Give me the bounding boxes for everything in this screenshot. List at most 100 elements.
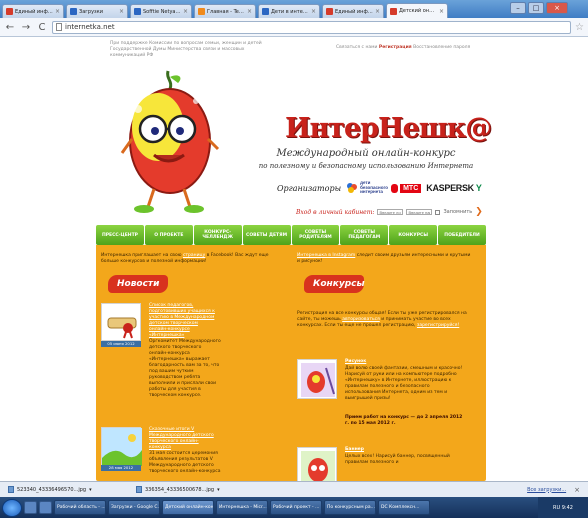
top-links: Связаться с нами Регистрация Восстановле… — [336, 45, 496, 51]
news-text: Оргкомитет Международного детского творч… — [149, 339, 221, 398]
news-date: 28 мая 2012 — [101, 465, 141, 471]
login-arrow-icon[interactable]: ❯ — [475, 207, 483, 217]
support-text: При поддержке Комиссии по вопросам семьи… — [110, 41, 262, 58]
back-arrow-icon[interactable]: ← — [4, 22, 16, 33]
favicon-icon — [70, 8, 77, 15]
url-text: internetka.net — [65, 23, 115, 31]
news-item: 05 июня 2012 Список педагогов, подготови… — [101, 303, 276, 407]
chevron-down-icon[interactable]: ▾ — [217, 487, 220, 493]
menu-item-kids[interactable]: СОВЕТЫ ДЕТЯМ — [242, 225, 291, 245]
menu-item-contests[interactable]: КОНКУРСЫ — [389, 225, 438, 245]
registration-link[interactable]: Регистрация — [379, 45, 412, 50]
browser-tab[interactable]: Единый информацио× — [322, 4, 384, 18]
close-tab-icon[interactable]: × — [375, 8, 380, 15]
login-input[interactable] — [377, 209, 404, 215]
close-window-icon[interactable]: × — [546, 2, 568, 14]
image-file-icon — [136, 486, 142, 493]
menu-item-challenge[interactable]: КОНКУРС-ЧЕЛЛЕНДЖ — [193, 225, 242, 245]
browser-tab[interactable]: Дети в интернете× — [258, 4, 320, 18]
close-tab-icon[interactable]: × — [55, 8, 60, 15]
news-title-link[interactable]: Список педагогов, подготовивших учащихся… — [149, 303, 215, 339]
taskbar-task[interactable]: Детский онлайн-кон... — [162, 500, 214, 515]
sponsor-kaspersky-logo[interactable]: KASPERSK Y — [426, 183, 482, 193]
show-all-downloads-link[interactable]: Все загрузки... — [527, 487, 566, 493]
quicklaunch-icon[interactable] — [39, 501, 52, 514]
news-heading: Новости — [108, 275, 168, 293]
contest-text: Дай волю своей фантазии, смешным и красо… — [345, 366, 463, 401]
favicon-icon — [134, 8, 141, 15]
contests-column: Интернешка в Instagram следит своим друз… — [292, 245, 477, 481]
site-logo[interactable]: ИнтерНешк@ — [285, 113, 492, 145]
taskbar-task[interactable]: DC Комплексн... — [378, 500, 430, 515]
favicon-icon — [6, 8, 13, 15]
bookmark-star-icon[interactable]: ☆ — [575, 22, 584, 33]
facebook-link[interactable]: страницу — [183, 253, 205, 258]
register-link[interactable]: зарегистрируйся! — [417, 323, 459, 328]
maximize-icon[interactable]: □ — [528, 2, 544, 14]
sponsor-mts-logo[interactable]: МТС — [391, 183, 422, 193]
browser-tab[interactable]: Sofftie Netyas Partin× — [130, 4, 192, 18]
contest-thumbnail[interactable] — [297, 359, 337, 399]
menu-item-parents[interactable]: СОВЕТЫ РОДИТЕЛЯМ — [291, 225, 340, 245]
address-bar[interactable]: internetka.net — [52, 20, 572, 34]
system-tray[interactable]: RU 9:42 — [538, 497, 588, 518]
landscape-icon — [102, 428, 142, 466]
start-button[interactable] — [2, 498, 22, 517]
quicklaunch-icon[interactable] — [24, 501, 37, 514]
download-item[interactable]: 336354_43336500678...jpg ▾ — [136, 486, 256, 493]
menu-item-winners[interactable]: ПОБЕДИТЕЛИ — [438, 225, 486, 245]
news-title-link[interactable]: Сказочные итоги V Международного детског… — [149, 427, 215, 451]
taskbar-task[interactable]: Интернешка - Micr... — [216, 500, 268, 515]
browser-tab[interactable]: Единый информацио× — [2, 4, 64, 18]
menu-item-about[interactable]: О ПРОЕКТЕ — [144, 225, 193, 245]
favicon-icon — [326, 8, 333, 15]
browser-tab[interactable]: Загрузки × — [66, 4, 128, 18]
taskbar-task[interactable]: Рабочий проект - ... — [270, 500, 322, 515]
close-tab-icon[interactable]: × — [247, 8, 252, 15]
news-column: Интернешка приглашает на свою страницу в… — [96, 245, 281, 481]
close-icon[interactable]: × — [574, 486, 580, 494]
deti-logo-icon — [347, 183, 358, 193]
download-item[interactable]: 523340_43336496570...jpg ▾ — [8, 486, 128, 493]
tab-strip: Единый информацио× Загрузки× Sofftie Net… — [0, 0, 588, 18]
news-thumbnail[interactable] — [101, 427, 142, 466]
taskbar: Рабочий область - ... Загрузки - Google … — [0, 497, 588, 518]
menu-item-teachers[interactable]: СОВЕТЫ ПЕДАГОГАМ — [340, 225, 389, 245]
organizers-label: Организаторы — [277, 183, 342, 193]
close-tab-icon[interactable]: × — [183, 8, 188, 15]
browser-toolbar: ← → C internetka.net ☆ — [0, 18, 588, 37]
taskbar-task[interactable]: Загрузки - Google C... — [108, 500, 160, 515]
close-tab-icon[interactable]: × — [439, 8, 444, 15]
chevron-down-icon[interactable]: ▾ — [89, 487, 92, 493]
password-input[interactable] — [406, 209, 433, 215]
contest-title-link[interactable]: Баннер — [345, 447, 364, 453]
forward-arrow-icon[interactable]: → — [20, 22, 32, 33]
facebook-intro: Интернешка приглашает на свою страницу в… — [101, 253, 269, 264]
password-restore-link[interactable]: Восстановление пароля — [413, 45, 470, 50]
taskbar-task[interactable]: По конкурсным ра... — [324, 500, 376, 515]
contact-link[interactable]: Связаться с нами — [336, 45, 377, 50]
news-text: 31 мая состоится церемония объявления ре… — [149, 451, 221, 474]
taskbar-task[interactable]: Рабочий область - ... — [54, 500, 106, 515]
content-area: Интернешка приглашает на свою страницу в… — [96, 245, 486, 481]
news-thumbnail[interactable] — [101, 303, 141, 341]
instagram-link[interactable]: Интернешка в Instagram — [297, 253, 355, 258]
page-icon — [56, 23, 62, 31]
contest-thumbnail[interactable] — [297, 447, 337, 481]
favicon-icon — [262, 8, 269, 15]
download-bar: 523340_43336496570...jpg ▾ 336354_4333650… — [0, 481, 588, 497]
authorize-link[interactable]: авторизоваться — [342, 317, 380, 322]
minimize-icon[interactable]: – — [510, 2, 526, 14]
sponsor-deti-logo[interactable]: дети безопасного интернета — [346, 181, 388, 195]
contest-item: Рисунок Дай волю своей фантазии, смешным… — [297, 359, 472, 439]
tagline: Международный онлайн-конкурс по полезном… — [258, 148, 474, 170]
reload-icon[interactable]: C — [36, 22, 48, 33]
browser-tab-active[interactable]: Детский онлайн-кон× — [386, 3, 448, 18]
close-tab-icon[interactable]: × — [119, 8, 124, 15]
remember-checkbox[interactable] — [435, 209, 441, 215]
close-tab-icon[interactable]: × — [311, 8, 316, 15]
main-menu: ПРЕСС-ЦЕНТР О ПРОЕКТЕ КОНКУРС-ЧЕЛЛЕНДЖ С… — [96, 225, 486, 245]
browser-tab[interactable]: Главная - Telensk.Ru× — [194, 4, 256, 18]
menu-item-press[interactable]: ПРЕСС-ЦЕНТР — [96, 225, 144, 245]
contest-title-link[interactable]: Рисунок — [345, 359, 366, 365]
